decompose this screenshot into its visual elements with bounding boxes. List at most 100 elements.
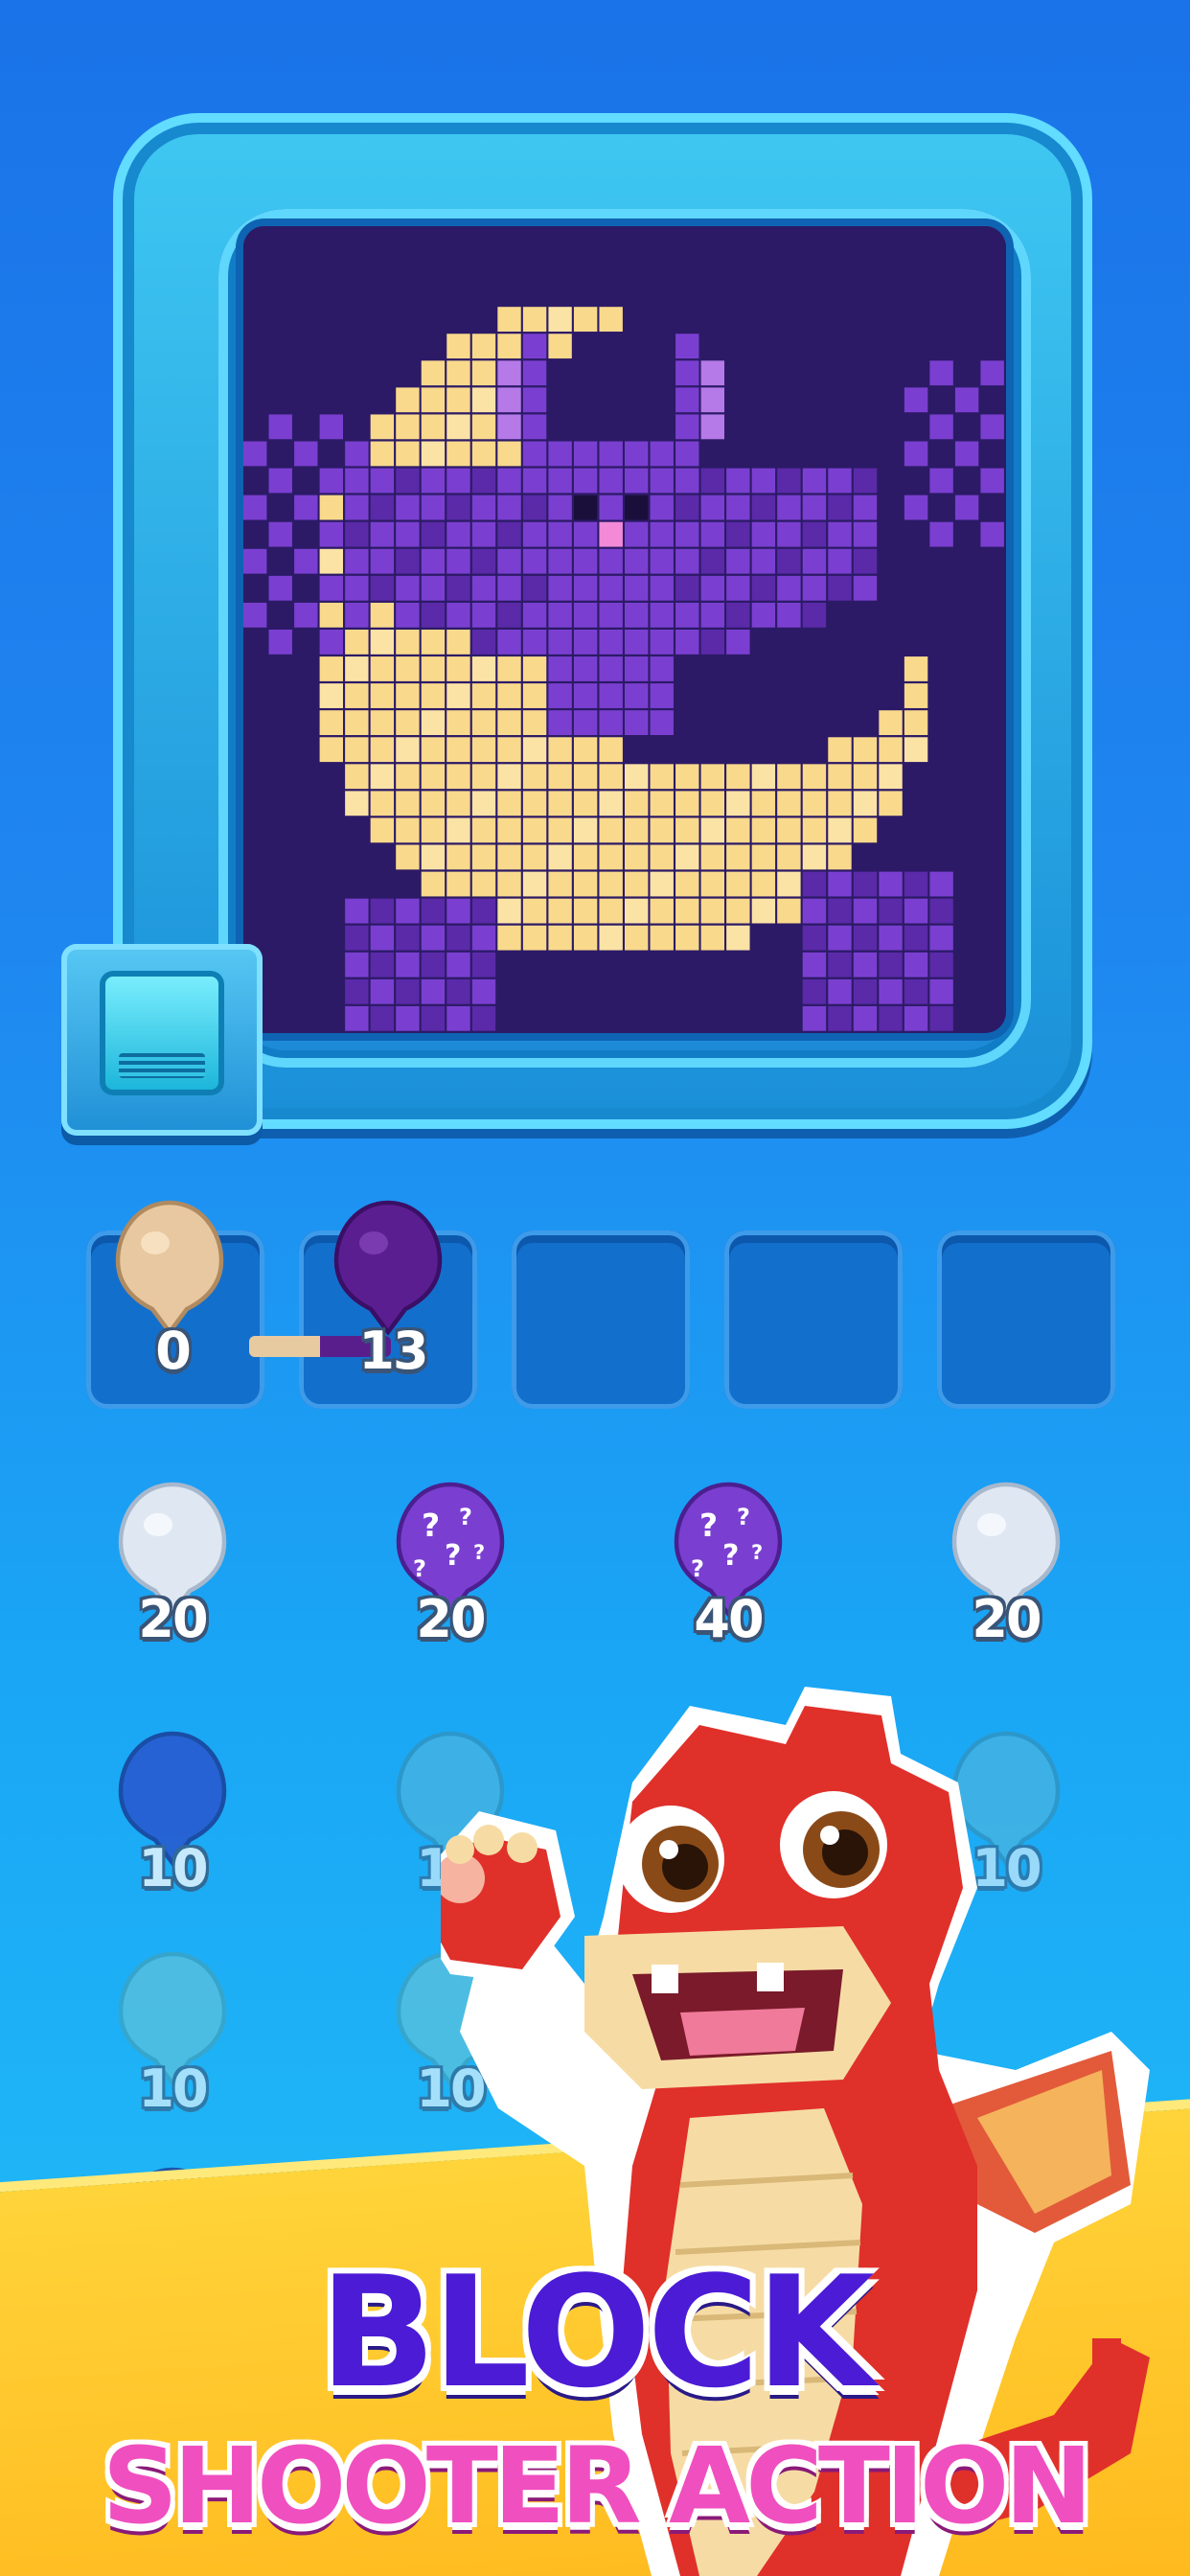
shooter-launcher[interactable]: [61, 944, 263, 1136]
board-pixel: [929, 817, 953, 843]
shooter-r1c1[interactable]: 20: [91, 1476, 254, 1668]
board-pixel: [573, 226, 598, 251]
board-pixel: [345, 791, 369, 816]
queue-slot-4[interactable]: [724, 1230, 903, 1409]
board-pixel: [319, 360, 344, 386]
board-pixel: [980, 683, 1004, 708]
board-pixel: [802, 414, 827, 440]
board-pixel: [370, 630, 395, 655]
board-pixel: [370, 360, 395, 386]
board-pixel: [853, 898, 878, 924]
board-pixel: [319, 387, 344, 413]
board-pixel: [421, 548, 446, 574]
board-pixel: [243, 844, 267, 870]
board-pixel: [929, 494, 953, 520]
board-pixel: [522, 521, 547, 547]
board-pixel: [243, 441, 267, 467]
board-pixel: [345, 602, 369, 628]
board-pixel: [471, 791, 496, 816]
board-pixel: [954, 494, 979, 520]
board-pixel: [268, 602, 292, 628]
board-pixel: [625, 817, 649, 843]
board-pixel: [345, 817, 369, 843]
board-pixel: [980, 468, 1004, 494]
board-pixel: [599, 307, 623, 333]
board-pixel: [904, 387, 928, 413]
queue-shooter-2-icon[interactable]: [316, 1194, 460, 1338]
board-pixel: [497, 334, 521, 359]
board-pixel: [980, 952, 1004, 978]
board-pixel: [675, 978, 699, 1004]
board-pixel: [751, 925, 776, 951]
board-pixel: [522, 548, 547, 574]
board-pixel: [879, 737, 903, 763]
shooter-r1c2[interactable]: ????? 20: [369, 1476, 532, 1668]
board-pixel: [471, 844, 496, 870]
board-pixel: [421, 387, 446, 413]
board-pixel: [471, 441, 496, 467]
board-pixel: [319, 844, 344, 870]
board-pixel: [853, 334, 878, 359]
board-pixel: [268, 521, 292, 547]
board-pixel: [548, 468, 572, 494]
board-pixel: [268, 1005, 292, 1031]
shooter-r1c4[interactable]: 20: [925, 1476, 1087, 1668]
board-pixel: [573, 387, 598, 413]
board-pixel: [980, 441, 1004, 467]
board-pixel: [446, 737, 470, 763]
board-pixel: [599, 952, 623, 978]
board-pixel: [929, 1005, 953, 1031]
board-pixel: [980, 764, 1004, 790]
queue-slot-5[interactable]: [937, 1230, 1115, 1409]
board-pixel: [345, 468, 369, 494]
board-pixel: [954, 575, 979, 601]
board-pixel: [879, 307, 903, 333]
board-pixel: [700, 656, 725, 681]
board-pixel: [802, 710, 827, 736]
board-pixel: [904, 602, 928, 628]
board-pixel: [853, 226, 878, 251]
board-pixel: [319, 871, 344, 897]
queue-shooter-1-icon[interactable]: [98, 1194, 241, 1338]
board-pixel: [777, 871, 801, 897]
board-pixel: [370, 683, 395, 708]
shooter-r1c3[interactable]: ????? 40: [647, 1476, 810, 1668]
board-pixel: [522, 683, 547, 708]
board-pixel: [879, 441, 903, 467]
board-pixel: [700, 952, 725, 978]
board-pixel: [345, 952, 369, 978]
board-pixel: [700, 548, 725, 574]
shooter-count: 40: [694, 1589, 764, 1649]
board-pixel: [828, 548, 852, 574]
board-pixel: [421, 602, 446, 628]
board-pixel: [980, 280, 1004, 305]
board-pixel: [268, 253, 292, 278]
board-pixel: [522, 817, 547, 843]
board-pixel: [777, 414, 801, 440]
board-pixel: [396, 548, 420, 574]
board-pixel: [650, 1005, 674, 1031]
board-pixel: [853, 871, 878, 897]
board-pixel: [497, 575, 521, 601]
shooter-r2c1[interactable]: 10: [91, 1725, 254, 1917]
pixel-board[interactable]: [243, 226, 1006, 1033]
shooter-r3c1[interactable]: 10: [91, 1945, 254, 2137]
board-pixel: [751, 602, 776, 628]
board-pixel: [650, 978, 674, 1004]
board-pixel: [828, 952, 852, 978]
queue-slot-3[interactable]: [512, 1230, 690, 1409]
board-pixel: [370, 280, 395, 305]
board-pixel: [268, 575, 292, 601]
board-pixel: [802, 764, 827, 790]
board-pixel: [879, 602, 903, 628]
board-pixel: [599, 441, 623, 467]
board-pixel: [268, 334, 292, 359]
board-pixel: [625, 602, 649, 628]
board-pixel: [929, 387, 953, 413]
board-pixel: [828, 844, 852, 870]
board-pixel: [853, 575, 878, 601]
board-pixel: [675, 441, 699, 467]
board-pixel: [853, 548, 878, 574]
board-pixel: [396, 334, 420, 359]
board-pixel: [396, 387, 420, 413]
